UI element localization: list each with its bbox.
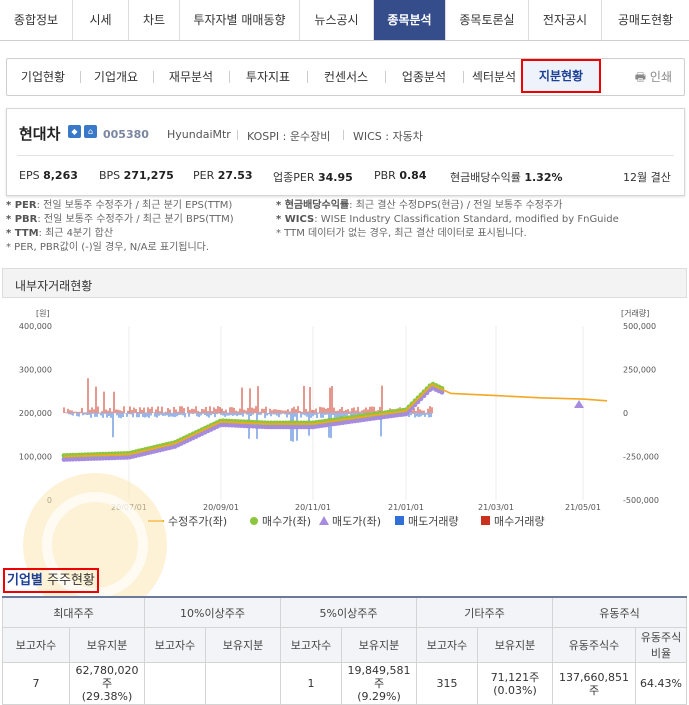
legend-label: 매수거래량 xyxy=(494,515,545,528)
shareholder-table: 최대주주 10%이상주주 5%이상주주 기타주주 유동주식 보고자수 보유지분 … xyxy=(2,596,687,705)
pbr: PBR 0.84 xyxy=(374,169,427,182)
left-unit-label: [원] xyxy=(36,309,50,318)
y-tick-right: -500,000 xyxy=(623,496,659,505)
tab-stock-analysis[interactable]: 종목분석 xyxy=(373,0,445,40)
tab-quotes[interactable]: 시세 xyxy=(72,0,128,40)
subtab-ownership[interactable]: 지분현황 xyxy=(521,59,601,93)
per: PER 27.53 xyxy=(193,169,253,182)
subtab-financial[interactable]: 재무분석 xyxy=(156,59,226,95)
y-tick-right: 250,000 xyxy=(623,366,656,375)
y-tick-left: 200,000 xyxy=(19,409,52,418)
english-name: HyundaiMtr xyxy=(167,128,231,141)
eps: EPS 8,263 xyxy=(19,169,78,182)
settlement-month: 12월 결산 xyxy=(623,171,671,184)
market-sector: KOSPI : 운수장비 xyxy=(236,130,331,143)
legend-swatch xyxy=(395,516,404,525)
chart-header: 내부자거래현황 xyxy=(2,268,687,298)
x-tick-label: 20/11/01 xyxy=(295,503,331,512)
legend-label: 수정주가(좌) xyxy=(168,515,227,528)
subtab-company-status[interactable]: 기업현황 xyxy=(9,59,77,95)
subtab-sector[interactable]: 섹터분석 xyxy=(466,59,522,95)
bps: BPS 271,275 xyxy=(99,169,174,182)
y-tick-left: 100,000 xyxy=(19,453,52,462)
tab-investor-trend[interactable]: 투자자별 매매동향 xyxy=(179,0,299,40)
stock-code: 005380 xyxy=(103,128,149,141)
company-info: 현대차 ◆ ⌂ 005380 HyundaiMtr KOSPI : 운수장비 W… xyxy=(6,108,685,196)
subtab-company-overview[interactable]: 기업개요 xyxy=(83,59,149,95)
subtab-indicators[interactable]: 투자지표 xyxy=(232,59,304,95)
tab-news[interactable]: 뉴스공시 xyxy=(299,0,373,40)
y-tick-right: -250,000 xyxy=(623,453,659,462)
sub-nav: 기업현황 기업개요 재무분석 투자지표 컨센서스 업종분석 섹터분석 지분현황 … xyxy=(6,58,685,96)
x-tick-label: 21/01/01 xyxy=(388,503,424,512)
x-tick-label: 20/09/01 xyxy=(203,503,239,512)
col-group-10pct: 10%이상주주 xyxy=(144,596,281,628)
right-unit-label: [거래량] xyxy=(621,308,649,318)
shareholder-title: 기업별 주주현황 xyxy=(3,568,99,593)
col-group-largest: 최대주주 xyxy=(2,596,145,628)
print-button[interactable]: 🖶 인쇄 xyxy=(635,59,672,95)
y-tick-right: 500,000 xyxy=(623,322,656,331)
top-nav: 종합정보 시세 차트 투자자별 매매동향 뉴스공시 종목분석 종목토론실 전자공… xyxy=(0,0,689,41)
x-tick-label: 21/05/01 xyxy=(565,503,601,512)
printer-icon: 🖶 xyxy=(634,70,647,84)
legend-swatch xyxy=(319,516,329,525)
tab-discussion[interactable]: 종목토론실 xyxy=(445,0,528,40)
y-tick-left: 400,000 xyxy=(19,322,52,331)
col-group-float: 유동주식 xyxy=(552,596,687,628)
company-home-icon[interactable]: ⌂ xyxy=(84,125,97,138)
legend-label: 매도가(좌) xyxy=(332,515,381,528)
col-group-other: 기타주주 xyxy=(416,596,553,628)
x-tick-label: 21/03/01 xyxy=(478,503,514,512)
subtab-consensus[interactable]: 컨센서스 xyxy=(310,59,382,95)
y-tick-left: 300,000 xyxy=(19,366,52,375)
company-name: 현대차 xyxy=(19,125,61,143)
legend-swatch xyxy=(250,517,258,525)
chart-title: 내부자거래현황 xyxy=(15,279,93,293)
tab-disclosure[interactable]: 전자공시 xyxy=(528,0,601,40)
legend-label: 매도거래량 xyxy=(408,515,459,528)
tab-overview[interactable]: 종합정보 xyxy=(0,0,72,40)
dividend-yield: 현금배당수익률 1.32% xyxy=(450,171,563,184)
col-group-5pct: 5%이상주주 xyxy=(280,596,417,628)
tab-short-selling[interactable]: 공매도현황 xyxy=(601,0,689,40)
tab-chart[interactable]: 차트 xyxy=(128,0,179,40)
table-row: 7 62,780,020주 (29.38%) 1 19,849,581주 (9.29… xyxy=(2,662,687,705)
legend-swatch xyxy=(481,516,490,525)
legend-label: 매수가(좌) xyxy=(262,515,311,528)
price-line xyxy=(63,383,608,458)
y-tick-right: 0 xyxy=(623,409,628,418)
company-icon[interactable]: ◆ xyxy=(68,125,81,138)
subtab-industry[interactable]: 업종분석 xyxy=(388,59,460,95)
wics-sector: WICS : 자동차 xyxy=(343,130,423,143)
industry-per: 업종PER 34.95 xyxy=(273,171,353,184)
